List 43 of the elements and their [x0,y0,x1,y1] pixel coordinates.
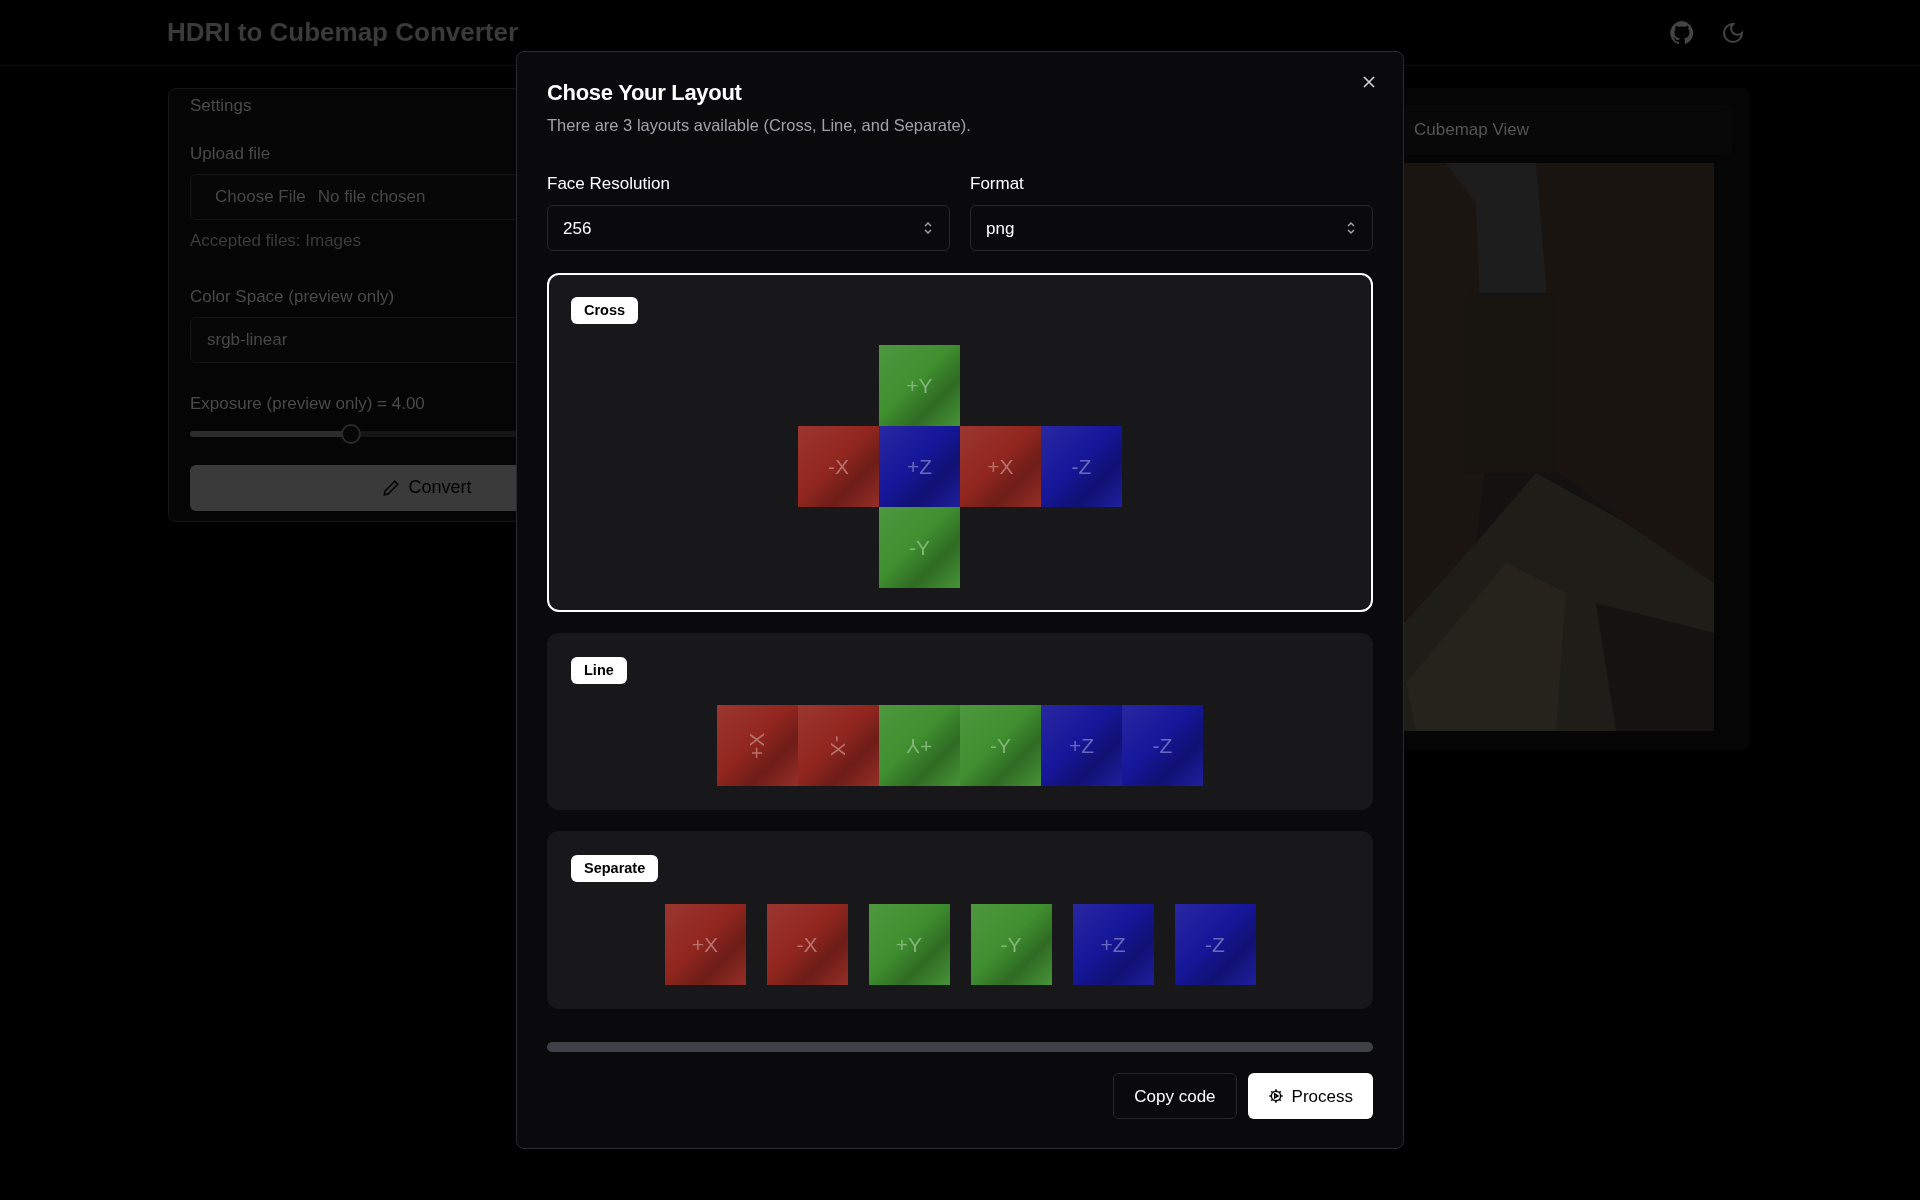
moon-icon[interactable] [1721,20,1745,45]
cube-face: -Y [879,507,960,589]
layout-badge: Cross [571,297,639,325]
cube-face: +Y [879,345,960,427]
cube-face: +X [664,904,746,986]
cube-face: -X [798,705,879,787]
cube-face: +Y [879,705,960,787]
cube-face: -X [798,426,879,508]
layout-badge: Separate [571,855,659,883]
cube-face: +Z [879,426,960,508]
field-label: Format [970,172,1025,195]
cube-face: -Z [1174,904,1256,986]
chevrons-icon [1345,221,1357,236]
layout-option[interactable]: Separate +X -X +Y -Y +Z -Z [547,831,1373,1010]
cube-face: +Z [1072,904,1154,986]
dialog-description: There are 3 layouts available (Cross, Line, and Separate). [547,115,971,136]
field-label: Exposure (preview only) = 4.00 [190,393,425,415]
github-icon[interactable] [1669,19,1695,46]
app-title: HDRI to Cubemap Converter [167,16,519,49]
layout-badge: Line [571,657,627,685]
select-field[interactable]: 256 [547,205,950,252]
chevrons-icon [922,221,934,236]
layout-option[interactable]: Line +X -X +Y -Y +Z -Z [547,633,1373,811]
cube-face: +Z [1041,705,1122,787]
field-label: Color Space (preview only) [190,285,395,308]
select-field[interactable]: png [970,205,1373,252]
cube-face: +X [717,705,798,787]
cube-face: +X [960,426,1041,508]
layout-option[interactable]: Cross +Y -X +Z +X -Z -Y [547,273,1373,613]
process-button[interactable]: Process [1247,1073,1373,1120]
field-label: Upload file [190,142,271,165]
cube-face: -Y [960,705,1041,787]
slider-thumb[interactable] [341,423,362,444]
cube-face: -Y [970,904,1052,986]
dialog-title: Chose Your Layout [547,79,742,107]
copy-code-button[interactable]: Copy code [1113,1073,1237,1120]
cube-face: -Z [1122,705,1203,787]
gear-icon [1267,1088,1284,1105]
cube-face: -X [766,904,848,986]
cube-face: +Y [868,904,950,986]
pencil-icon [382,478,401,497]
settings-title: Settings [190,95,252,117]
cube-face: -Z [1041,426,1122,508]
